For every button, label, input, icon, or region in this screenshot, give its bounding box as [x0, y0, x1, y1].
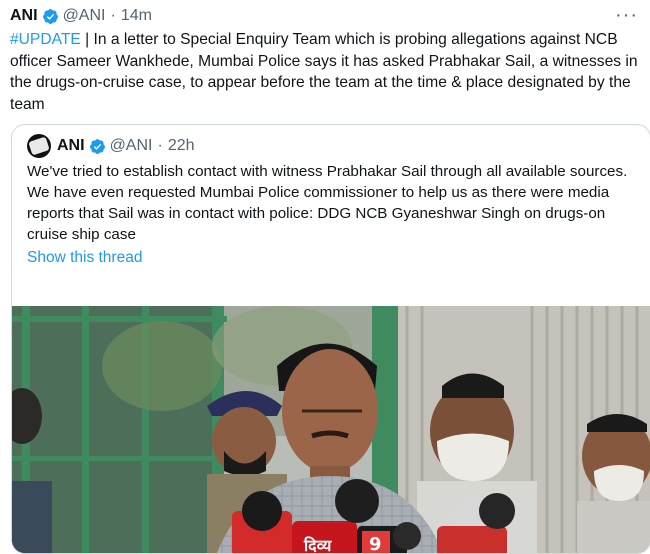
- author-handle[interactable]: @ANI: [63, 7, 106, 25]
- separator-dot: ·: [157, 137, 163, 154]
- quoted-author-handle[interactable]: @ANI: [110, 137, 153, 155]
- hashtag-link[interactable]: #UPDATE: [10, 31, 81, 48]
- quoted-author-name[interactable]: ANI: [57, 137, 85, 155]
- verified-badge-icon: [42, 8, 59, 25]
- show-thread-link[interactable]: Show this thread: [27, 249, 142, 267]
- tweet-timestamp[interactable]: 14m: [121, 7, 152, 25]
- mic-label-1: दिव्य: [303, 536, 333, 554]
- quoted-tweet-timestamp[interactable]: 22h: [168, 137, 195, 155]
- more-options-icon[interactable]: ···: [615, 4, 638, 27]
- tweet-text: #UPDATE | In a letter to Special Enquiry…: [10, 29, 642, 115]
- tweet-photo[interactable]: दिव्य 9: [12, 306, 650, 554]
- tweet-card[interactable]: ANI @ANI · 14m ··· #UPDATE | In a letter…: [0, 0, 650, 554]
- separator-dot: ·: [110, 7, 116, 24]
- avatar[interactable]: [27, 134, 51, 158]
- mic-label-2: 9: [369, 534, 382, 554]
- quoted-tweet-text: We've tried to establish contact with wi…: [27, 163, 628, 243]
- verified-badge-icon: [89, 138, 106, 155]
- tweet-body: | In a letter to Special Enquiry Team wh…: [10, 31, 638, 113]
- author-name[interactable]: ANI: [10, 7, 38, 25]
- tweet-header: ANI @ANI · 14m: [10, 6, 640, 26]
- quoted-tweet-header: ANI @ANI · 22h: [27, 134, 635, 158]
- quoted-tweet[interactable]: ANI @ANI · 22h We've tried to establish …: [11, 124, 650, 554]
